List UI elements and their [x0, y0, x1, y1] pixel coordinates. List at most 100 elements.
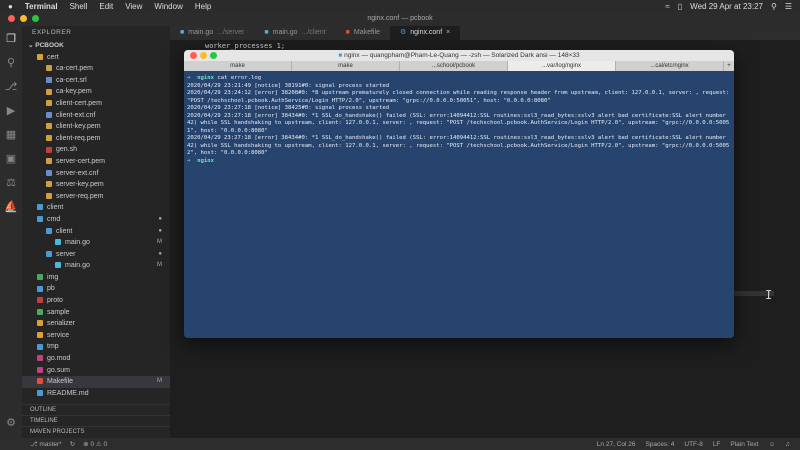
terminal-output[interactable]: ➜ nginx cat error.log 2020/04/29 23:21:4… [184, 71, 734, 169]
project-root[interactable]: ⌄ PCBOOK [22, 40, 170, 52]
file-tree-item[interactable]: main.go M [22, 237, 170, 249]
terminal-tab[interactable]: make [292, 61, 400, 71]
file-tree-item[interactable]: go.sum [22, 365, 170, 377]
file-tree-item[interactable]: Makefile M [22, 376, 170, 388]
problems-status[interactable]: ⊗ 0 ⚠ 0 [83, 440, 107, 448]
file-tree-item[interactable]: proto [22, 295, 170, 307]
apple-menu-icon[interactable]: ● [8, 2, 13, 11]
docker-icon[interactable]: ⛵ [0, 194, 22, 218]
file-tree-item[interactable]: client-key.pem [22, 121, 170, 133]
timeline-section[interactable]: TIMELINE [22, 415, 170, 426]
indentation[interactable]: Spaces: 4 [645, 441, 674, 448]
tab-makefile[interactable]: ■ Makefile [336, 26, 390, 40]
activity-bar: ❐ ⚲ ⎇ ▶ ▦ ▣ ⚖ ⛵ ⚙ [0, 26, 22, 438]
testing-icon[interactable]: ⚖ [0, 170, 22, 194]
terminal-close-button[interactable] [190, 52, 197, 59]
extensions-icon[interactable]: ▦ [0, 122, 22, 146]
outline-section[interactable]: OUTLINE [22, 404, 170, 415]
wifi-icon[interactable]: ≈ [665, 2, 669, 11]
file-type-icon [37, 389, 43, 396]
file-tree-item[interactable]: ca-key.pem [22, 86, 170, 98]
file-tree-item[interactable]: main.go M [22, 260, 170, 272]
file-tree-item[interactable]: server-key.pem [22, 179, 170, 191]
file-tree-item[interactable]: cmd ● [22, 214, 170, 226]
file-tree-item[interactable]: client ● [22, 226, 170, 238]
explorer-icon[interactable]: ❐ [0, 26, 22, 50]
file-tree-item[interactable]: img [22, 272, 170, 284]
file-type-icon [37, 308, 43, 315]
terminal-tab[interactable]: make [184, 61, 292, 71]
line-ending[interactable]: LF [713, 441, 721, 448]
terminal-zoom-button[interactable] [210, 52, 217, 59]
file-tree-item[interactable]: ca-cert.srl [22, 75, 170, 87]
file-tree-item[interactable]: client [22, 202, 170, 214]
file-tree-item[interactable]: client-ext.cnf [22, 110, 170, 122]
project-root-label: PCBOOK [35, 42, 64, 49]
file-tree-item[interactable]: service [22, 330, 170, 342]
file-tree-item[interactable]: sample [22, 307, 170, 319]
file-type-icon [37, 297, 43, 304]
file-tree-item[interactable]: serializer [22, 318, 170, 330]
terminal-minimize-button[interactable] [200, 52, 207, 59]
file-tree-label: client-ext.cnf [56, 111, 96, 119]
language-mode[interactable]: Plain Text [730, 441, 758, 448]
tab-hint: .../client [301, 29, 326, 36]
control-center-icon[interactable]: ☰ [785, 2, 792, 11]
menu-help[interactable]: Help [195, 2, 211, 11]
file-tree-item[interactable]: server-req.pem [22, 191, 170, 203]
new-tab-plus-icon[interactable]: + [724, 61, 734, 71]
menu-edit[interactable]: Edit [99, 2, 113, 11]
notifications-bell-icon[interactable]: ♫ [785, 441, 790, 448]
file-tree-item[interactable]: go.mod [22, 353, 170, 365]
git-status-badge: M [157, 378, 162, 385]
close-icon[interactable]: × [446, 26, 450, 40]
file-tree-item[interactable]: cert [22, 52, 170, 64]
file-tree-label: tmp [47, 343, 59, 351]
file-tree-label: cmd [47, 215, 61, 223]
settings-gear-icon[interactable]: ⚙ [0, 410, 22, 434]
file-tree-item[interactable]: pb [22, 283, 170, 295]
clock[interactable]: Wed 29 Apr at 23:27 [690, 2, 763, 11]
sync-icon[interactable]: ↻ [70, 440, 75, 448]
file-tree-item[interactable]: tmp [22, 341, 170, 353]
file-tree-item[interactable]: README.md [22, 388, 170, 400]
minimize-window-button[interactable] [20, 15, 27, 22]
git-status-badge: M [157, 239, 162, 246]
feedback-icon[interactable]: ☺ [768, 441, 775, 448]
file-tree-item[interactable]: server-ext.cnf [22, 168, 170, 180]
file-type-icon [46, 192, 52, 199]
file-tree-item[interactable]: client-cert.pem [22, 98, 170, 110]
file-tree-item[interactable]: gen.sh [22, 144, 170, 156]
search-icon[interactable]: ⚲ [771, 2, 777, 11]
menu-shell[interactable]: Shell [70, 2, 88, 11]
file-tree-label: client [47, 204, 64, 212]
tab-nginx-conf[interactable]: ⚙ nginx.conf × [389, 26, 461, 40]
search-view-icon[interactable]: ⚲ [0, 50, 22, 74]
close-window-button[interactable] [8, 15, 15, 22]
menu-app-name[interactable]: Terminal [25, 2, 58, 11]
terminal-tab[interactable]: ...school/pcbook [400, 61, 508, 71]
file-tree-item[interactable]: client-req.pem [22, 133, 170, 145]
tab-main-go-client[interactable]: ■ main.go .../client [254, 26, 335, 40]
file-tree-item[interactable]: server ● [22, 249, 170, 261]
chevron-down-icon: ⌄ [28, 42, 34, 49]
zoom-window-button[interactable] [32, 15, 39, 22]
terminal-tab-active[interactable]: ...var/log/nginx [508, 61, 616, 71]
terminal-window[interactable]: ■ nginx — quangpham@Pham-Le-Quang — -zsh… [184, 50, 734, 338]
file-tree-label: main.go [65, 262, 90, 270]
file-tree-item[interactable]: server-cert.pem [22, 156, 170, 168]
battery-icon[interactable]: ▯ [678, 2, 682, 11]
run-debug-icon[interactable]: ▶ [0, 98, 22, 122]
maven-projects-section[interactable]: MAVEN PROJECTS [22, 426, 170, 437]
git-branch-status[interactable]: ⎇ master* [30, 440, 62, 448]
encoding[interactable]: UTF-8 [684, 441, 702, 448]
menu-window[interactable]: Window [154, 2, 182, 11]
source-control-icon[interactable]: ⎇ [0, 74, 22, 98]
terminal-tab[interactable]: ...cal/etc/nginx [616, 61, 724, 71]
tab-main-go-server[interactable]: ■ main.go .../server [170, 26, 254, 40]
remote-explorer-icon[interactable]: ▣ [0, 146, 22, 170]
cursor-position[interactable]: Ln 27, Col 26 [597, 441, 636, 448]
menu-view[interactable]: View [125, 2, 142, 11]
window-title: nginx.conf — pcbook [367, 15, 433, 22]
file-tree-item[interactable]: ca-cert.pem [22, 63, 170, 75]
